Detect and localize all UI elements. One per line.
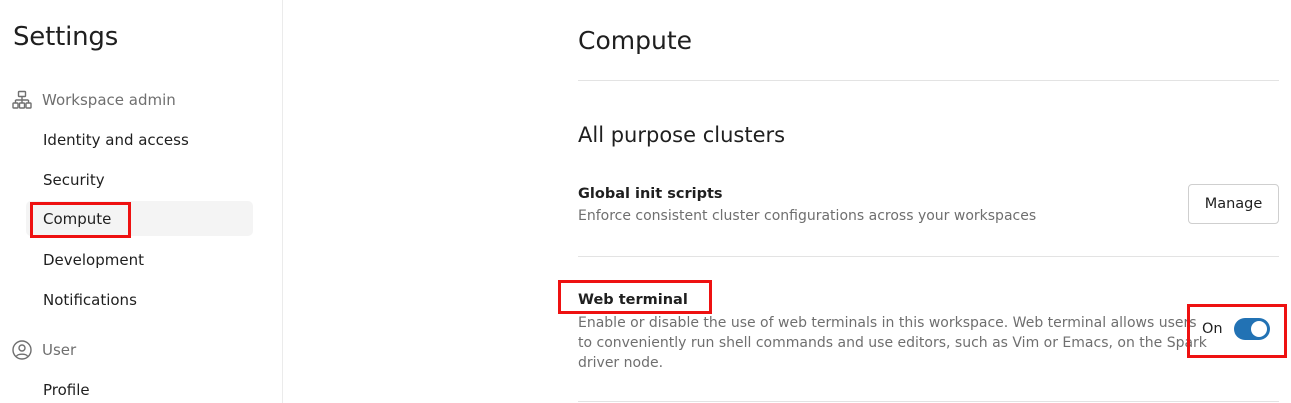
setting-title-global-init-scripts: Global init scripts [578, 186, 723, 202]
sidebar-item-identity-and-access[interactable]: Identity and access [43, 128, 189, 152]
setting-divider [578, 256, 1279, 257]
setting-title-web-terminal: Web terminal [578, 292, 688, 308]
sidebar-group-label: Workspace admin [42, 91, 176, 109]
sidebar-item-profile[interactable]: Profile [43, 378, 90, 402]
setting-description-web-terminal: Enable or disable the use of web termina… [578, 313, 1207, 373]
setting-description-global-init-scripts: Enforce consistent cluster configuration… [578, 208, 1037, 224]
settings-sidebar: Settings Workspace admin Identity and ac… [0, 0, 283, 403]
sidebar-item-development[interactable]: Development [43, 248, 144, 272]
setting-divider [578, 401, 1279, 402]
web-terminal-toggle[interactable] [1233, 318, 1270, 340]
sidebar-item-compute[interactable]: Compute [43, 207, 111, 231]
page-title: Compute [578, 26, 693, 55]
user-circle-icon [12, 340, 32, 360]
sidebar-group-user: User [11, 338, 76, 362]
sidebar-title: Settings [13, 22, 119, 52]
description-line: driver node. [578, 355, 664, 371]
settings-app: Settings Workspace admin Identity and ac… [0, 0, 1291, 403]
sidebar-item-security[interactable]: Security [43, 168, 105, 192]
web-terminal-toggle-group: On [1202, 318, 1270, 340]
sidebar-item-notifications[interactable]: Notifications [43, 288, 137, 312]
description-line: Enable or disable the use of web termina… [578, 315, 1197, 331]
toggle-state-label: On [1202, 321, 1223, 337]
description-line: to conveniently run shell commands and u… [578, 335, 1207, 351]
sidebar-group-label: User [42, 341, 77, 359]
toggle-knob [1250, 321, 1267, 337]
manage-init-scripts-button[interactable]: Manage [1188, 184, 1279, 224]
section-title: All purpose clusters [578, 123, 786, 147]
org-hierarchy-icon [12, 90, 32, 109]
sidebar-group-workspace-admin: Workspace admin [11, 88, 176, 112]
title-divider [578, 80, 1279, 81]
